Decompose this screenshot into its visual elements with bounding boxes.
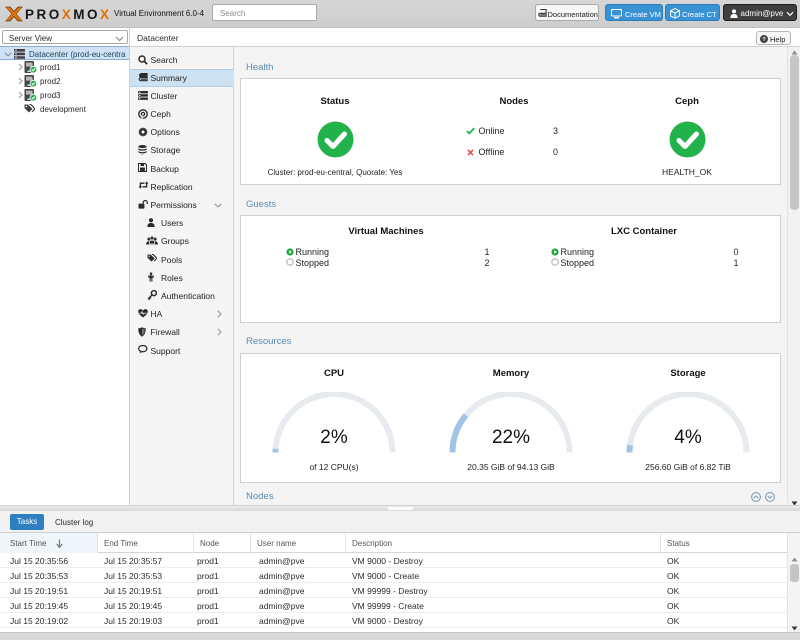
svg-text:?: ? <box>762 37 766 43</box>
